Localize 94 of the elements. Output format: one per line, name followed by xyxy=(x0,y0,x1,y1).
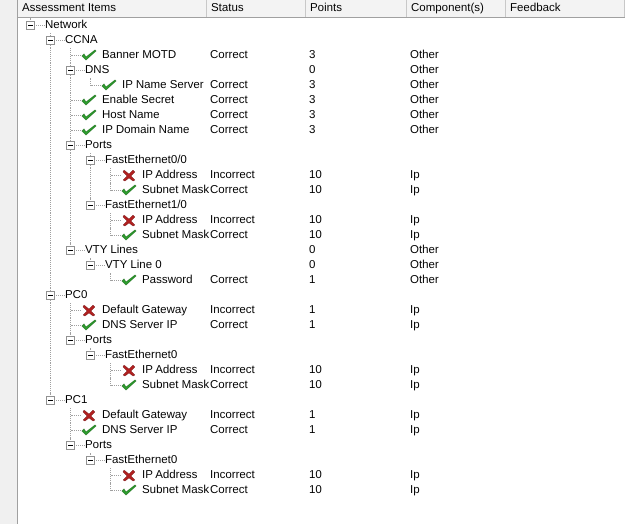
cross-icon xyxy=(121,364,137,377)
status-text: Incorrect xyxy=(210,469,255,481)
collapse-icon[interactable] xyxy=(46,36,55,45)
points-text: 10 xyxy=(309,469,322,481)
check-icon xyxy=(121,484,137,497)
points-text: 1 xyxy=(309,409,316,421)
component-text: Other xyxy=(410,79,439,91)
collapse-icon[interactable] xyxy=(46,396,55,405)
component-text: Other xyxy=(410,124,439,136)
component-text: Other xyxy=(410,109,439,121)
points-text: 3 xyxy=(309,109,316,121)
component-text: Other xyxy=(410,64,439,76)
column-header[interactable]: Component(s) xyxy=(407,0,506,17)
check-icon xyxy=(81,94,97,107)
points-text: 1 xyxy=(309,424,316,436)
points-text: 1 xyxy=(309,274,316,286)
component-text: Ip xyxy=(410,229,420,241)
points-text: 0 xyxy=(309,64,316,76)
status-text: Correct xyxy=(210,484,248,496)
points-text: 3 xyxy=(309,124,316,136)
component-text: Other xyxy=(410,94,439,106)
component-text: Ip xyxy=(410,319,420,331)
status-text: Incorrect xyxy=(210,214,255,226)
status-text: Correct xyxy=(210,424,248,436)
collapse-icon[interactable] xyxy=(86,156,95,165)
status-text: Incorrect xyxy=(210,169,255,181)
component-text: Ip xyxy=(410,364,420,376)
points-text: 1 xyxy=(309,304,316,316)
check-icon xyxy=(81,319,97,332)
component-text: Other xyxy=(410,49,439,61)
points-text: 1 xyxy=(309,319,316,331)
cross-icon xyxy=(121,169,137,182)
status-text: Correct xyxy=(210,319,248,331)
column-header[interactable]: Points xyxy=(306,0,407,17)
collapse-icon[interactable] xyxy=(86,351,95,360)
collapse-icon[interactable] xyxy=(66,246,75,255)
collapse-icon[interactable] xyxy=(86,201,95,210)
status-text: Correct xyxy=(210,379,248,391)
points-text: 10 xyxy=(309,229,322,241)
status-text: Correct xyxy=(210,124,248,136)
component-text: Ip xyxy=(410,409,420,421)
collapse-icon[interactable] xyxy=(66,336,75,345)
status-text: Incorrect xyxy=(210,304,255,316)
collapse-icon[interactable] xyxy=(66,441,75,450)
cross-icon xyxy=(121,469,137,482)
points-text: 3 xyxy=(309,79,316,91)
component-text: Ip xyxy=(410,169,420,181)
points-text: 0 xyxy=(309,259,316,271)
collapse-icon[interactable] xyxy=(86,261,95,270)
component-text: Ip xyxy=(410,469,420,481)
collapse-icon[interactable] xyxy=(46,291,55,300)
tree-item-label[interactable]: Default Gateway xyxy=(102,303,188,318)
tree-item-label[interactable]: Default Gateway xyxy=(102,408,188,423)
points-text: 10 xyxy=(309,484,322,496)
component-text: Ip xyxy=(410,424,420,436)
points-text: 10 xyxy=(309,184,322,196)
status-text: Correct xyxy=(210,109,248,121)
points-text: 10 xyxy=(309,379,322,391)
points-text: 10 xyxy=(309,214,322,226)
status-text: Correct xyxy=(210,79,248,91)
component-text: Ip xyxy=(410,184,420,196)
component-text: Ip xyxy=(410,304,420,316)
check-icon xyxy=(121,379,137,392)
points-text: 3 xyxy=(309,49,316,61)
status-text: Correct xyxy=(210,94,248,106)
cross-icon xyxy=(81,304,97,317)
status-text: Correct xyxy=(210,49,248,61)
component-text: Ip xyxy=(410,214,420,226)
component-text: Ip xyxy=(410,379,420,391)
points-text: 10 xyxy=(309,169,322,181)
column-header[interactable]: Feedback xyxy=(506,0,625,17)
component-text: Ip xyxy=(410,484,420,496)
status-text: Correct xyxy=(210,274,248,286)
collapse-icon[interactable] xyxy=(66,141,75,150)
cross-icon xyxy=(121,214,137,227)
cross-icon xyxy=(81,409,97,422)
points-text: 0 xyxy=(309,244,316,256)
points-text: 3 xyxy=(309,94,316,106)
check-icon xyxy=(81,109,97,122)
status-text: Correct xyxy=(210,184,248,196)
collapse-icon[interactable] xyxy=(26,21,35,30)
collapse-icon[interactable] xyxy=(86,456,95,465)
status-text: Incorrect xyxy=(210,364,255,376)
collapse-icon[interactable] xyxy=(66,66,75,75)
column-header[interactable]: Assessment Items xyxy=(18,0,207,17)
status-text: Incorrect xyxy=(210,409,255,421)
check-icon xyxy=(81,124,97,137)
column-header[interactable]: Status xyxy=(207,0,306,17)
points-text: 10 xyxy=(309,364,322,376)
component-text: Other xyxy=(410,274,439,286)
check-icon xyxy=(81,424,97,437)
component-text: Other xyxy=(410,259,439,271)
status-text: Correct xyxy=(210,229,248,241)
component-text: Other xyxy=(410,244,439,256)
